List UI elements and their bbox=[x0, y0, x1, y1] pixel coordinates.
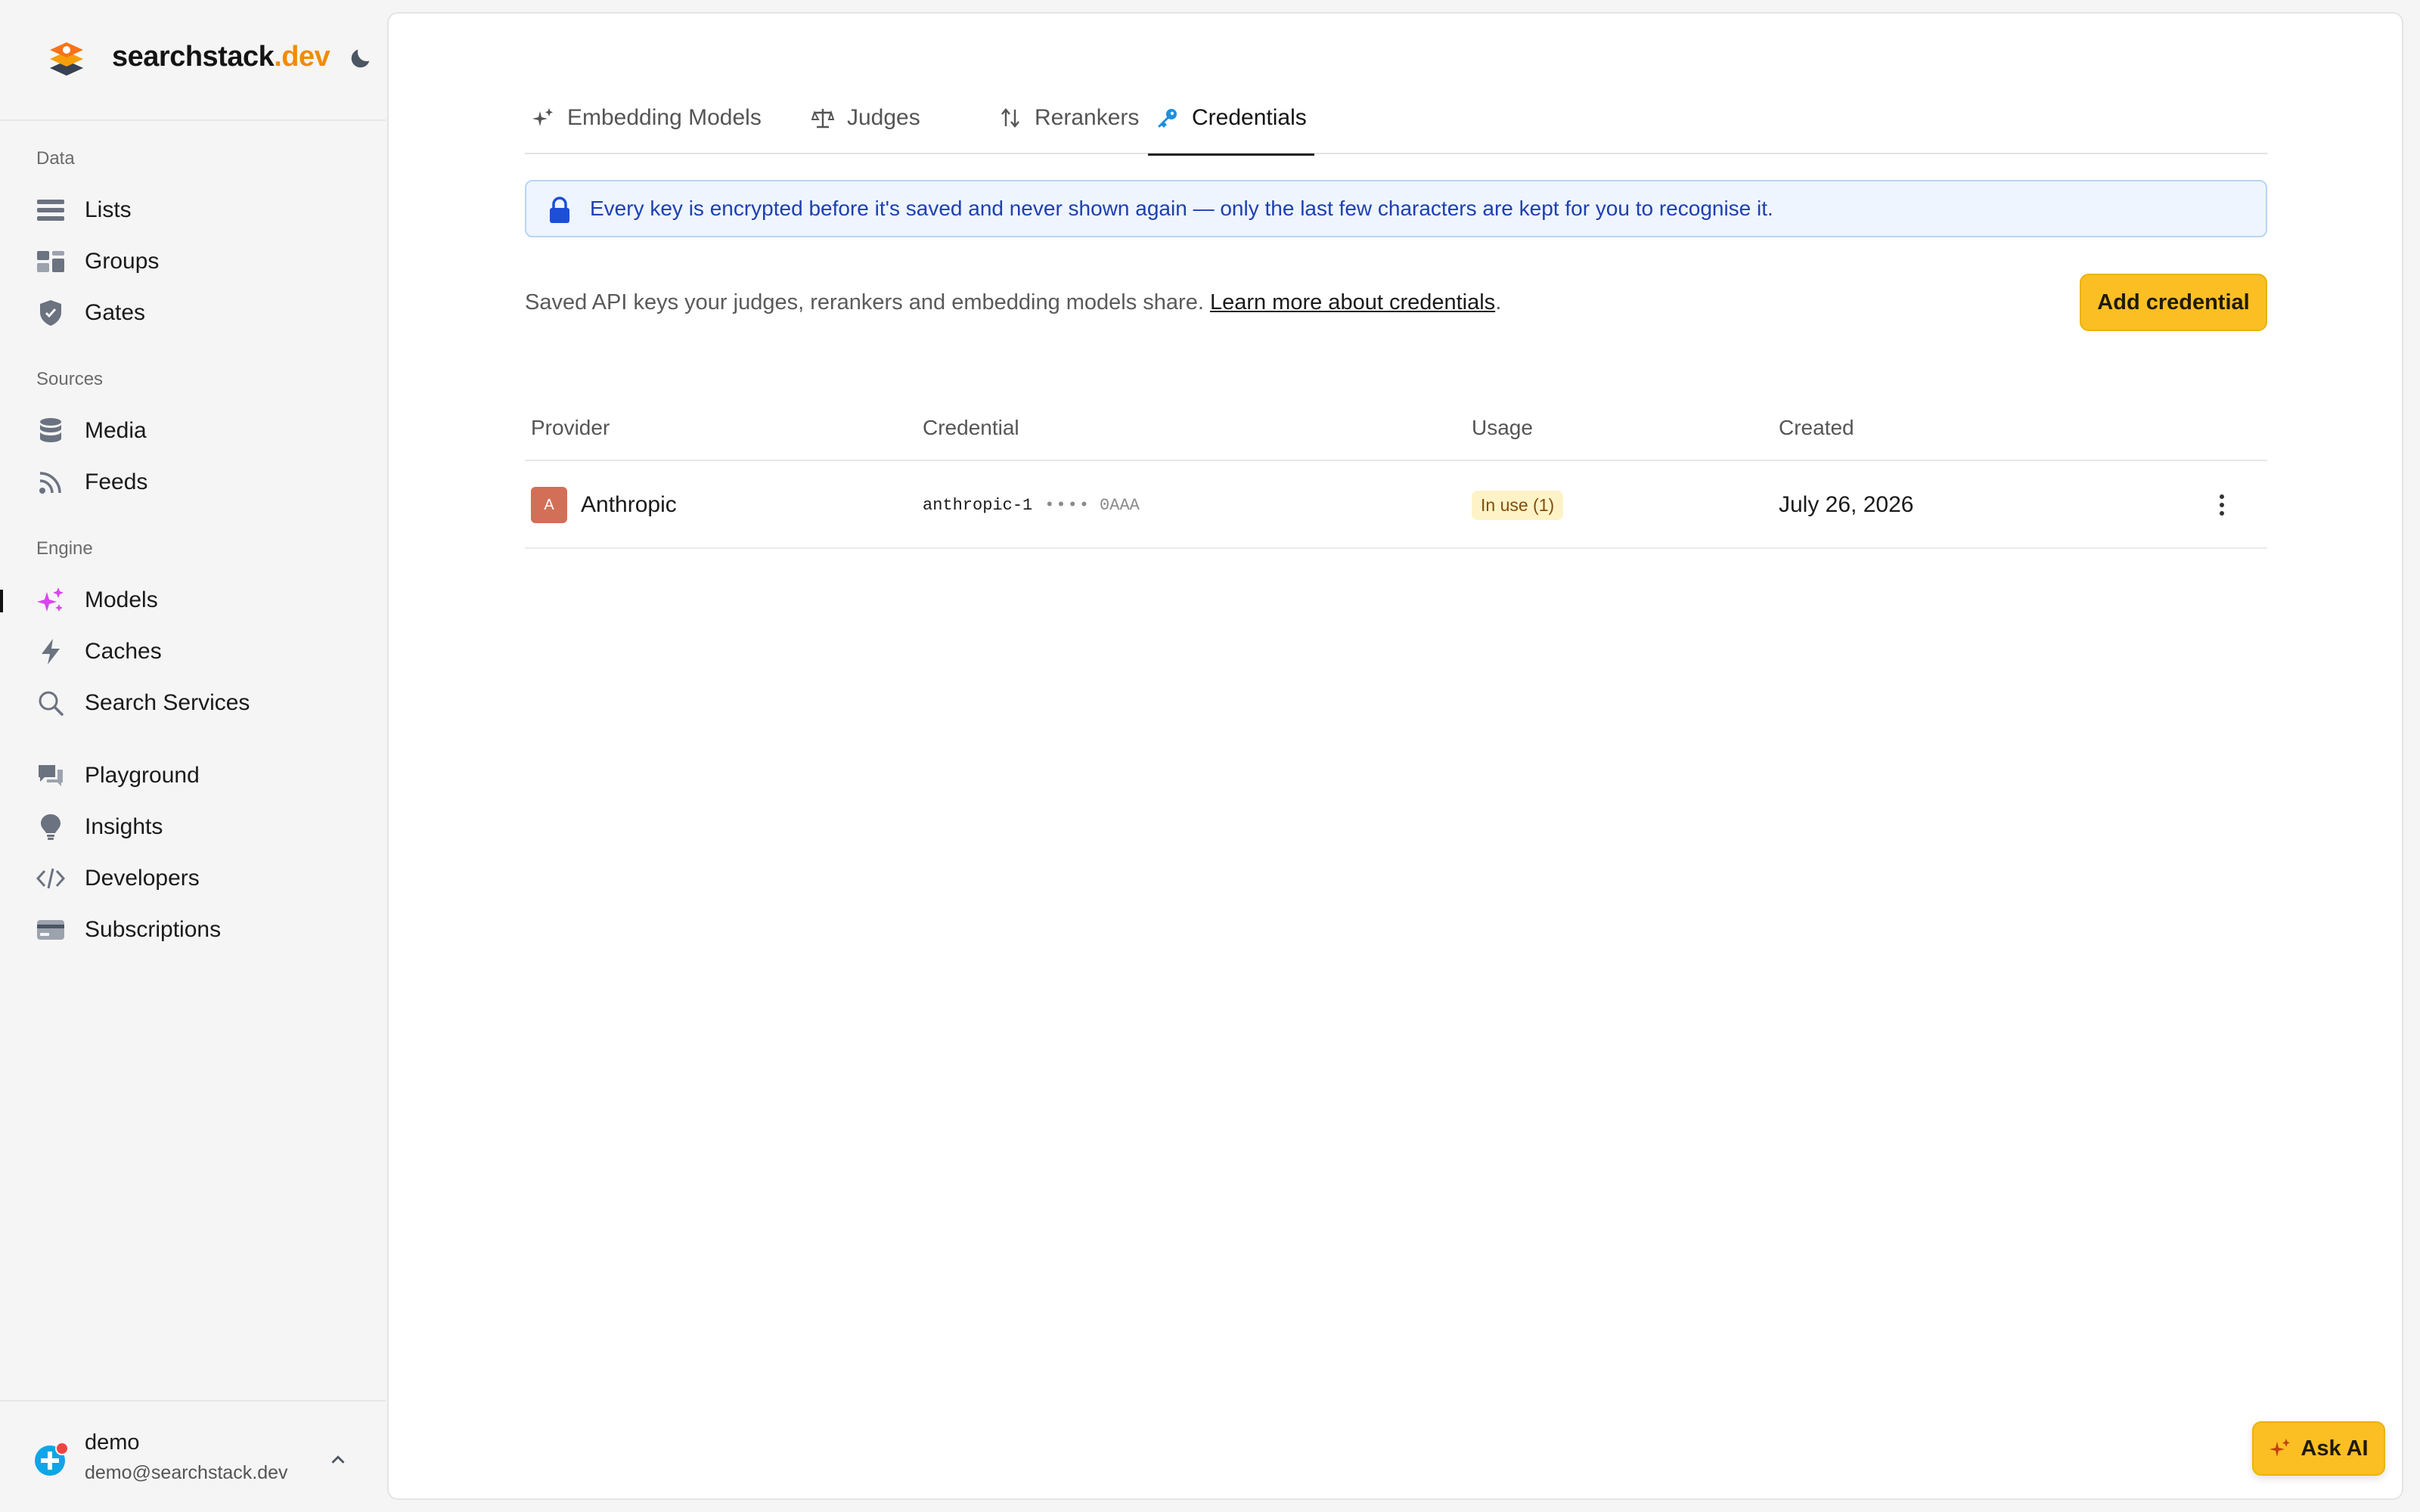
tab-label: Credentials bbox=[1192, 105, 1307, 130]
description-text: Saved API keys your judges, rerankers an… bbox=[525, 290, 1210, 314]
credential-tail: 0AAA bbox=[1100, 495, 1140, 515]
table-row[interactable]: A Anthropic anthropic-1 •••• 0AAA In use… bbox=[525, 461, 2267, 549]
chat-icon bbox=[36, 761, 65, 790]
sidebar-item-label: Feeds bbox=[85, 469, 148, 494]
code-icon bbox=[36, 864, 65, 893]
sidebar-item-groups[interactable]: Groups bbox=[0, 239, 386, 284]
provider-cell: A Anthropic bbox=[531, 461, 677, 549]
database-icon bbox=[36, 417, 65, 445]
rss-icon bbox=[36, 468, 65, 497]
credential-mask: •••• bbox=[1044, 495, 1091, 515]
sidebar: searchstack.dev Data Lists Groups Gates … bbox=[0, 0, 386, 1512]
groups-icon bbox=[36, 247, 65, 276]
tab-label: Embedding Models bbox=[567, 105, 762, 130]
banner-text: Every key is encrypted before it's saved… bbox=[590, 197, 1773, 220]
sidebar-item-label: Media bbox=[85, 418, 147, 443]
nav-section-engine: Engine bbox=[36, 538, 93, 559]
page-description: Saved API keys your judges, rerankers an… bbox=[525, 290, 1501, 315]
sidebar-item-feeds[interactable]: Feeds bbox=[0, 460, 386, 505]
created-date: July 26, 2026 bbox=[1779, 492, 1914, 517]
usage-cell: In use (1) bbox=[1472, 461, 1564, 549]
sidebar-item-search-services[interactable]: Search Services bbox=[0, 680, 386, 726]
sparkles-icon bbox=[531, 106, 555, 130]
credential-name: anthropic-1 bbox=[923, 495, 1033, 515]
column-header-usage: Usage bbox=[1472, 416, 1533, 439]
arrows-updown-icon bbox=[998, 106, 1022, 130]
learn-more-link[interactable]: Learn more about credentials bbox=[1210, 290, 1495, 314]
credentials-table: Provider Credential Usage Created A Anth… bbox=[525, 398, 2267, 549]
add-credential-button[interactable]: Add credential bbox=[2080, 274, 2267, 331]
sidebar-item-developers[interactable]: Developers bbox=[0, 856, 386, 901]
brand-name[interactable]: searchstack.dev bbox=[112, 41, 330, 73]
user-name: demo bbox=[85, 1430, 140, 1455]
column-header-created: Created bbox=[1779, 416, 1854, 439]
sparkles-icon bbox=[36, 586, 65, 615]
moon-icon[interactable] bbox=[348, 45, 374, 71]
model-tabs: Embedding Models Judges Rerankers Creden… bbox=[525, 82, 2267, 156]
shield-icon bbox=[36, 299, 65, 327]
provider-logo: A bbox=[531, 487, 567, 523]
credential-cell: anthropic-1 •••• 0AAA bbox=[923, 461, 1140, 549]
brand-name-tld: .dev bbox=[274, 41, 330, 73]
description-suffix: . bbox=[1495, 290, 1502, 314]
sparkles-icon bbox=[2270, 1439, 2291, 1457]
list-icon bbox=[36, 196, 65, 225]
main-panel: Embedding Models Judges Rerankers Creden… bbox=[387, 12, 2403, 1500]
nav-section-sources: Sources bbox=[36, 369, 104, 389]
sidebar-item-label: Models bbox=[85, 587, 158, 612]
search-icon bbox=[36, 689, 65, 717]
sidebar-item-label: Developers bbox=[85, 866, 200, 891]
sidebar-item-label: Subscriptions bbox=[85, 917, 222, 942]
sidebar-item-lists[interactable]: Lists bbox=[0, 187, 386, 233]
ask-ai-label: Ask AI bbox=[2301, 1436, 2369, 1461]
created-cell: July 26, 2026 bbox=[1779, 461, 1913, 549]
sidebar-item-caches[interactable]: Caches bbox=[0, 629, 386, 674]
avatar[interactable] bbox=[33, 1441, 70, 1477]
sidebar-item-gates[interactable]: Gates bbox=[0, 290, 386, 336]
column-header-credential: Credential bbox=[923, 416, 1019, 439]
lock-icon bbox=[550, 197, 569, 223]
credit-card-icon bbox=[36, 916, 65, 944]
sidebar-item-playground[interactable]: Playground bbox=[0, 753, 386, 798]
ask-ai-button[interactable]: Ask AI bbox=[2252, 1421, 2385, 1476]
scale-icon bbox=[811, 106, 835, 130]
searchstack-logo-icon[interactable] bbox=[45, 38, 88, 80]
sidebar-item-models[interactable]: Models bbox=[0, 578, 386, 623]
chevron-up-icon[interactable] bbox=[327, 1448, 349, 1471]
sidebar-item-label: Lists bbox=[85, 197, 132, 222]
more-vertical-icon[interactable] bbox=[2207, 490, 2237, 520]
sidebar-item-insights[interactable]: Insights bbox=[0, 804, 386, 850]
sidebar-item-label: Playground bbox=[85, 763, 200, 788]
tab-rerankers[interactable]: Rerankers bbox=[998, 82, 1139, 154]
usage-badge: In use (1) bbox=[1472, 490, 1564, 520]
tab-embedding-models[interactable]: Embedding Models bbox=[531, 82, 762, 154]
tab-credentials[interactable]: Credentials bbox=[1148, 82, 1314, 156]
sidebar-item-label: Search Services bbox=[85, 690, 250, 715]
provider-name: Anthropic bbox=[581, 492, 677, 517]
sidebar-item-label: Caches bbox=[85, 639, 162, 664]
tab-judges[interactable]: Judges bbox=[811, 82, 920, 154]
sidebar-item-label: Insights bbox=[85, 814, 163, 839]
brand-name-main: searchstack bbox=[112, 41, 275, 73]
sidebar-item-subscriptions[interactable]: Subscriptions bbox=[0, 907, 386, 953]
user-email: demo@searchstack.dev bbox=[85, 1462, 288, 1483]
table-header: Provider Credential Usage Created bbox=[525, 398, 2267, 461]
key-icon bbox=[1156, 106, 1180, 130]
lightning-icon bbox=[36, 637, 65, 666]
sidebar-item-label: Gates bbox=[85, 300, 146, 325]
column-header-provider: Provider bbox=[531, 416, 610, 439]
brand-header: searchstack.dev bbox=[0, 0, 386, 121]
user-menu[interactable]: demo demo@searchstack.dev bbox=[0, 1400, 386, 1512]
encryption-banner: Every key is encrypted before it's saved… bbox=[525, 180, 2267, 237]
nav-section-data: Data bbox=[36, 148, 75, 169]
lightbulb-icon bbox=[36, 813, 65, 841]
tab-label: Judges bbox=[847, 105, 920, 130]
sidebar-item-label: Groups bbox=[85, 249, 160, 274]
sidebar-item-media[interactable]: Media bbox=[0, 408, 386, 454]
tab-label: Rerankers bbox=[1035, 105, 1140, 130]
